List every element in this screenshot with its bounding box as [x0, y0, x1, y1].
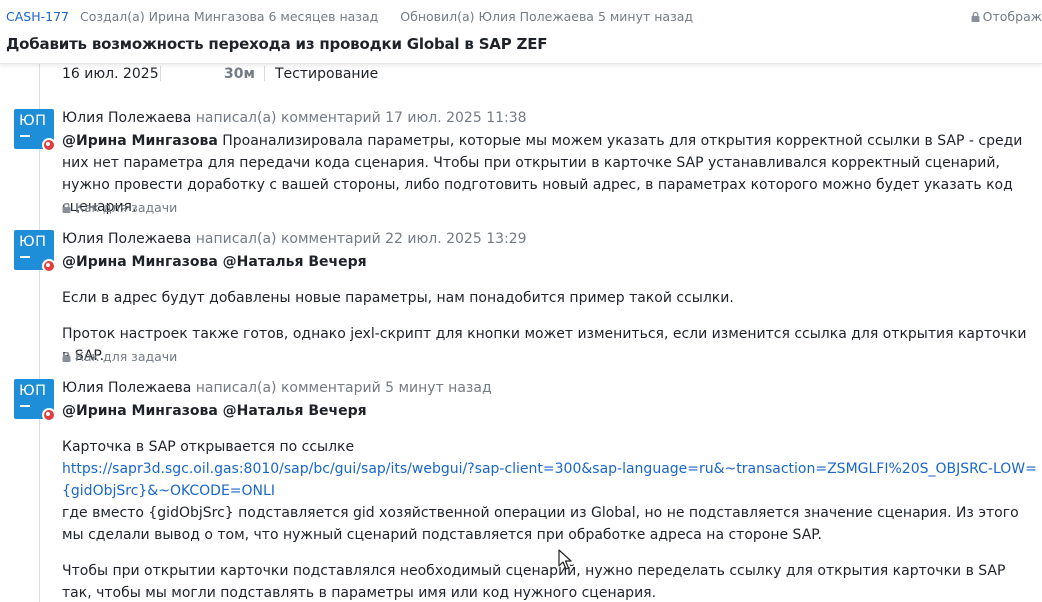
visibility-label: Как для задачи [75, 349, 178, 364]
worklog-type: Тестирование [275, 66, 379, 82]
issue-meta: CASH-177 Создал(а) Ирина Мингазова 6 меся… [6, 9, 693, 24]
comment-author[interactable]: Юлия Полежаева [62, 110, 191, 126]
avatar-initials: ЮП [19, 383, 47, 399]
avatar[interactable]: ЮП [14, 109, 56, 152]
worklog-date: 16 июл. 2025 [62, 66, 159, 82]
issue-key-link[interactable]: CASH-177 [6, 9, 69, 24]
status-badge [42, 408, 56, 422]
comment-mentions[interactable]: @Ирина Мингазова @Наталья Вечеря [62, 251, 1037, 273]
comment-paragraph: Карточка в SAP открывается по ссылке htt… [62, 436, 1037, 546]
sap-link[interactable]: https://sapr3d.sgc.oil.gas:8010/sap/bc/g… [62, 458, 1037, 502]
divider [160, 66, 161, 81]
comment-author[interactable]: Юлия Полежаева [62, 380, 191, 396]
comment-paragraph: Проток настроек также готов, однако jexl… [62, 326, 1027, 364]
avatar[interactable]: ЮП [14, 379, 56, 422]
issue-title: Добавить возможность перехода из проводк… [6, 35, 548, 53]
worklog-duration: 30м [224, 66, 255, 82]
comment-paragraph: Чтобы при открытии карточки подставлялся… [62, 563, 1006, 601]
divider [264, 66, 265, 81]
issue-header: CASH-177 Создал(а) Ирина Мингазова 6 меся… [0, 0, 1042, 64]
comment-paragraph: Если в адрес будут добавлены новые парам… [62, 290, 734, 306]
comment-action: написал(а) комментарий 5 минут назад [195, 380, 492, 396]
visibility-label: Отображ [982, 9, 1042, 24]
avatar-initials: ЮП [19, 113, 47, 129]
avatar[interactable]: ЮП [14, 230, 56, 273]
comment-author[interactable]: Юлия Полежаева [62, 231, 191, 247]
comment-action: написал(а) комментарий 17 июл. 2025 11:3… [195, 110, 527, 126]
avatar-mark [20, 256, 30, 258]
comment-header: Юлия Полежаева написал(а) комментарий 17… [62, 110, 527, 126]
comment-visibility[interactable]: Как для задачи [62, 349, 177, 364]
comment-visibility[interactable]: Как для задачи [62, 200, 177, 215]
mention[interactable]: @Ирина Мингазова [62, 133, 218, 149]
lock-icon [62, 352, 71, 362]
visibility-label: Как для задачи [75, 200, 178, 215]
avatar-initials: ЮП [19, 234, 47, 250]
updated-info: Обновил(а) Юлия Полежаева 5 минут назад [400, 9, 694, 24]
comment-header: Юлия Полежаева написал(а) комментарий 5 … [62, 380, 492, 396]
avatar-mark [20, 405, 30, 407]
comment-text: где вместо {gidObjSrc} подставляется gid… [62, 505, 1019, 543]
status-badge [42, 138, 56, 152]
comment-text: Карточка в SAP открывается по ссылке [62, 439, 355, 455]
comment-body: @Ирина Мингазова Проанализировала параме… [62, 130, 1037, 218]
comment-mentions[interactable]: @Ирина Мингазова @Наталья Вечеря [62, 400, 1037, 422]
status-badge [42, 259, 56, 273]
lock-icon [971, 12, 980, 22]
created-info: Создал(а) Ирина Мингазова 6 месяцев наза… [79, 9, 379, 24]
comment-action: написал(а) комментарий 22 июл. 2025 13:2… [195, 231, 527, 247]
comment-header: Юлия Полежаева написал(а) комментарий 22… [62, 231, 527, 247]
mouse-cursor-icon [558, 549, 572, 570]
visibility-control[interactable]: Отображ [971, 9, 1042, 24]
avatar-mark [20, 135, 30, 137]
lock-icon [62, 203, 71, 213]
